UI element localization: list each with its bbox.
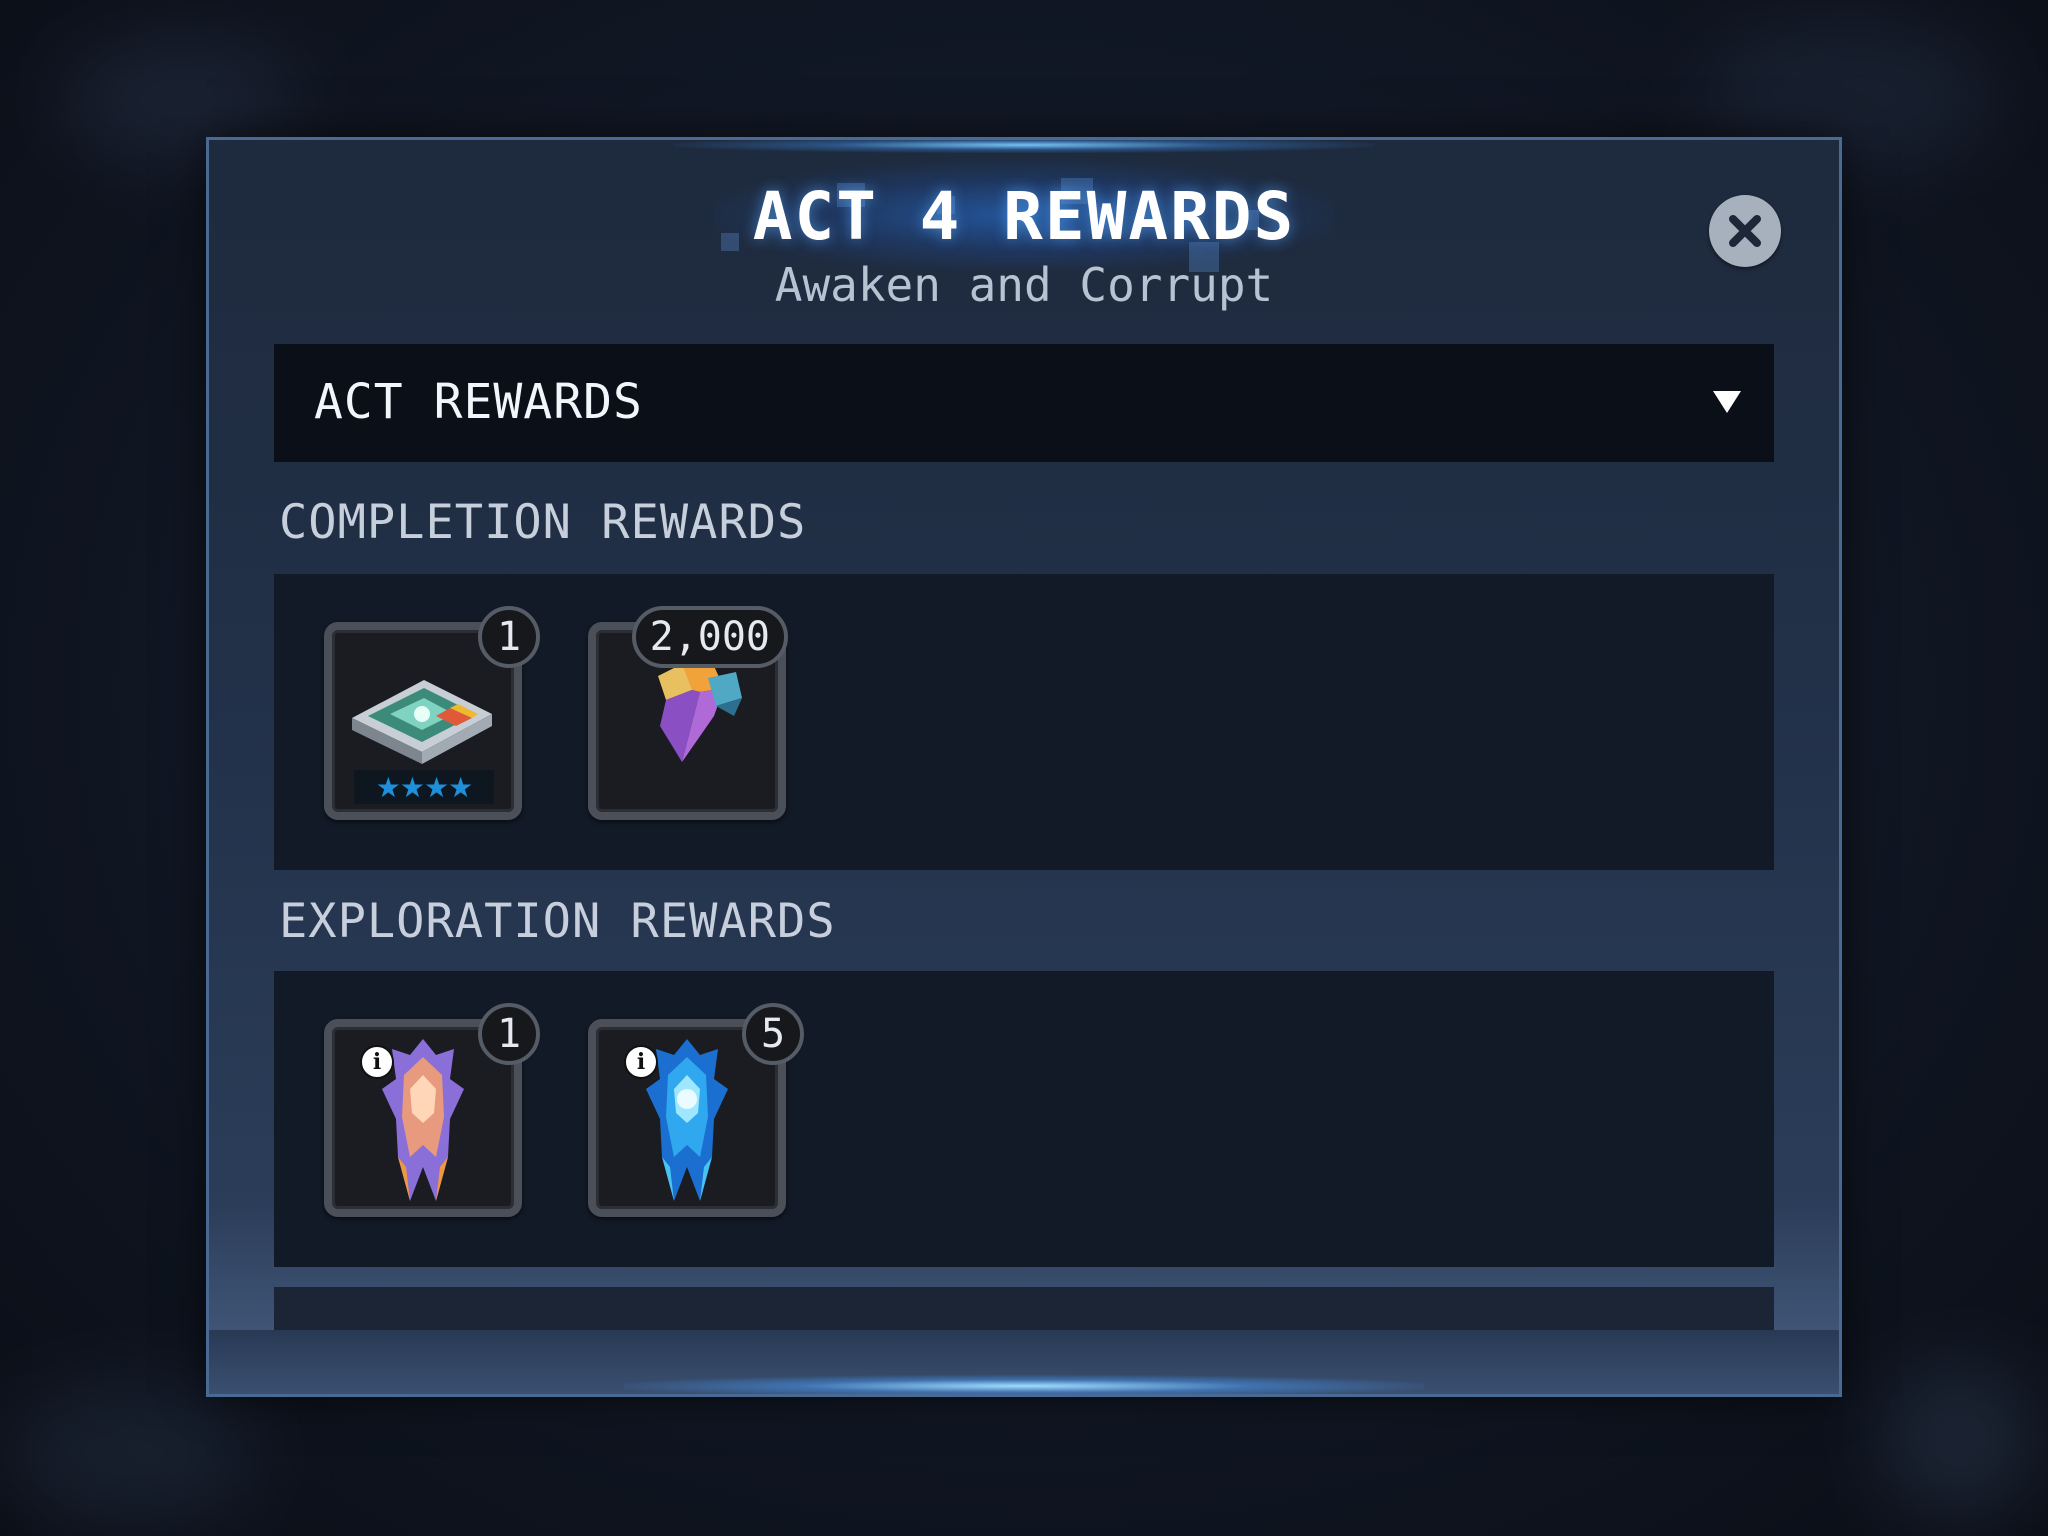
modal-title: ACT 4 REWARDS xyxy=(752,178,1296,255)
reward-tile-awakening-gem[interactable]: i 1 xyxy=(324,1003,540,1217)
quantity-badge: 1 xyxy=(478,606,540,668)
reward-tile-gold-shard[interactable]: 2,000 xyxy=(588,606,788,820)
exploration-rewards-heading: EXPLORATION REWARDS xyxy=(279,894,836,949)
info-icon[interactable]: i xyxy=(360,1045,394,1079)
reward-tile-blue-catalyst[interactable]: i 5 xyxy=(588,1003,804,1217)
quantity-badge: 2,000 xyxy=(631,606,788,668)
crystal-shard-card-icon xyxy=(352,680,492,764)
close-button[interactable] xyxy=(1709,195,1781,267)
background-blur xyxy=(1880,1360,2040,1520)
bottom-glow xyxy=(624,1375,1424,1394)
modal-subtitle: Awaken and Corrupt xyxy=(774,258,1274,312)
triangle-down-icon xyxy=(1713,391,1741,413)
quantity-badge: 5 xyxy=(742,1003,804,1065)
dropdown-label: ACT REWARDS xyxy=(314,374,643,430)
star-rating: ★★★★ xyxy=(354,770,494,804)
background-blur xyxy=(0,1380,260,1530)
quantity-badge: 1 xyxy=(478,1003,540,1065)
completion-rewards-panel: ★★★★ 1 2,000 xyxy=(274,574,1774,870)
close-icon xyxy=(1729,215,1761,247)
exploration-rewards-panel: i 1 i 5 xyxy=(274,971,1774,1267)
info-icon[interactable]: i xyxy=(624,1045,658,1079)
reward-tile-crystal-card[interactable]: ★★★★ 1 xyxy=(324,606,540,820)
completion-rewards-heading: COMPLETION REWARDS xyxy=(279,495,807,550)
act-rewards-dropdown[interactable]: ACT REWARDS xyxy=(274,344,1774,462)
top-glow xyxy=(674,140,1374,153)
rewards-modal: ACT 4 REWARDS Awaken and Corrupt ACT REW… xyxy=(206,137,1842,1397)
